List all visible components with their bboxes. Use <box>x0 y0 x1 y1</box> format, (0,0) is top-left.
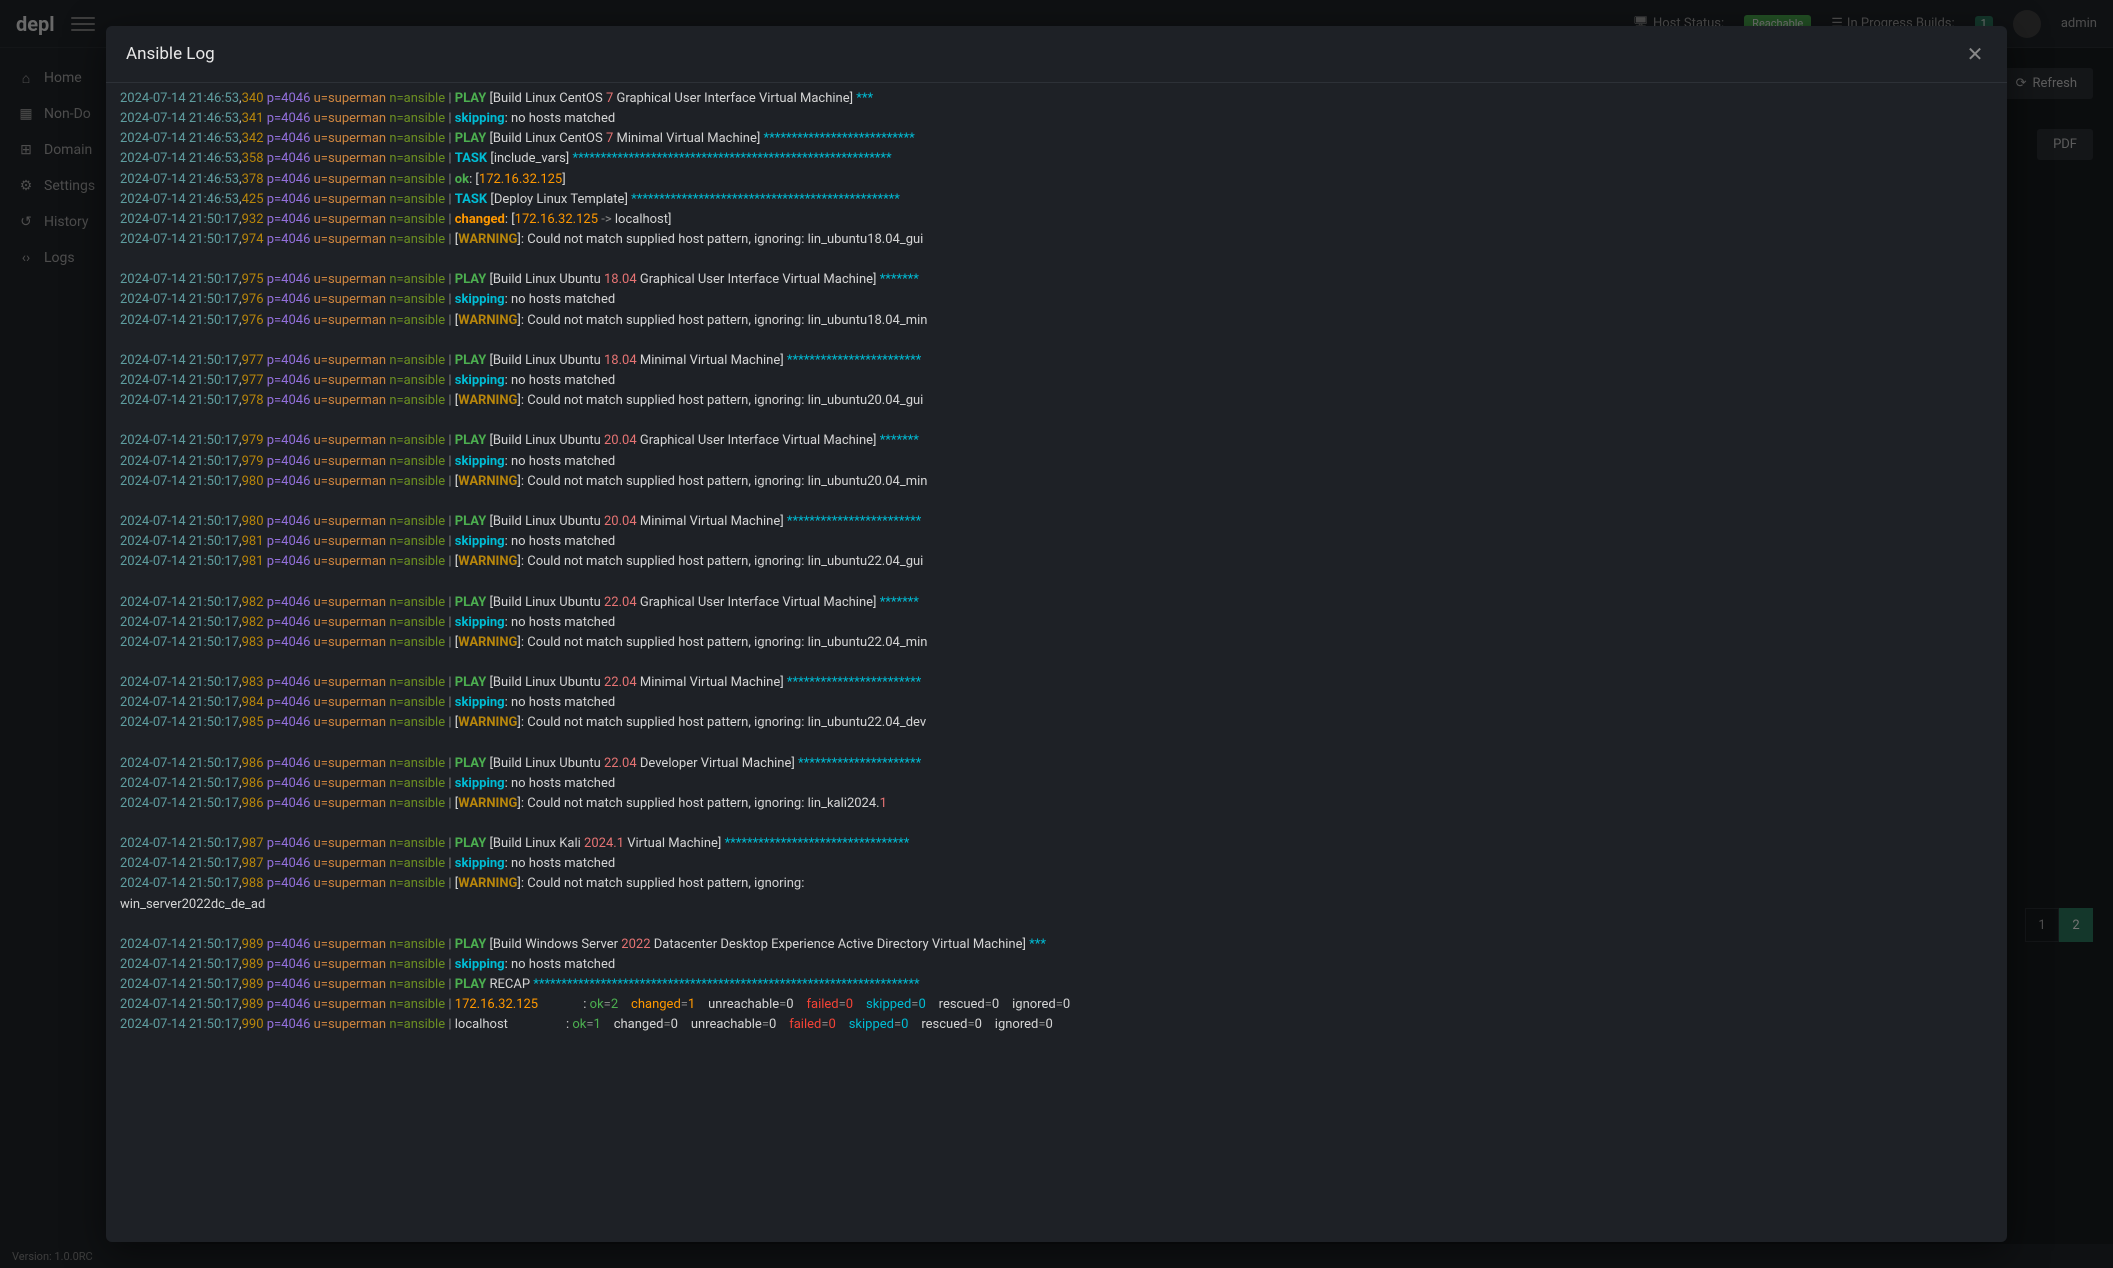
close-icon[interactable]: ✕ <box>1963 42 1987 66</box>
modal-title: Ansible Log <box>126 44 215 64</box>
ansible-log-modal: Ansible Log ✕ 2024-07-14 21:46:53,340 p=… <box>106 26 2007 1242</box>
modal-header: Ansible Log ✕ <box>106 26 2007 83</box>
log-body[interactable]: 2024-07-14 21:46:53,340 p=4046 u=superma… <box>106 83 2007 1242</box>
